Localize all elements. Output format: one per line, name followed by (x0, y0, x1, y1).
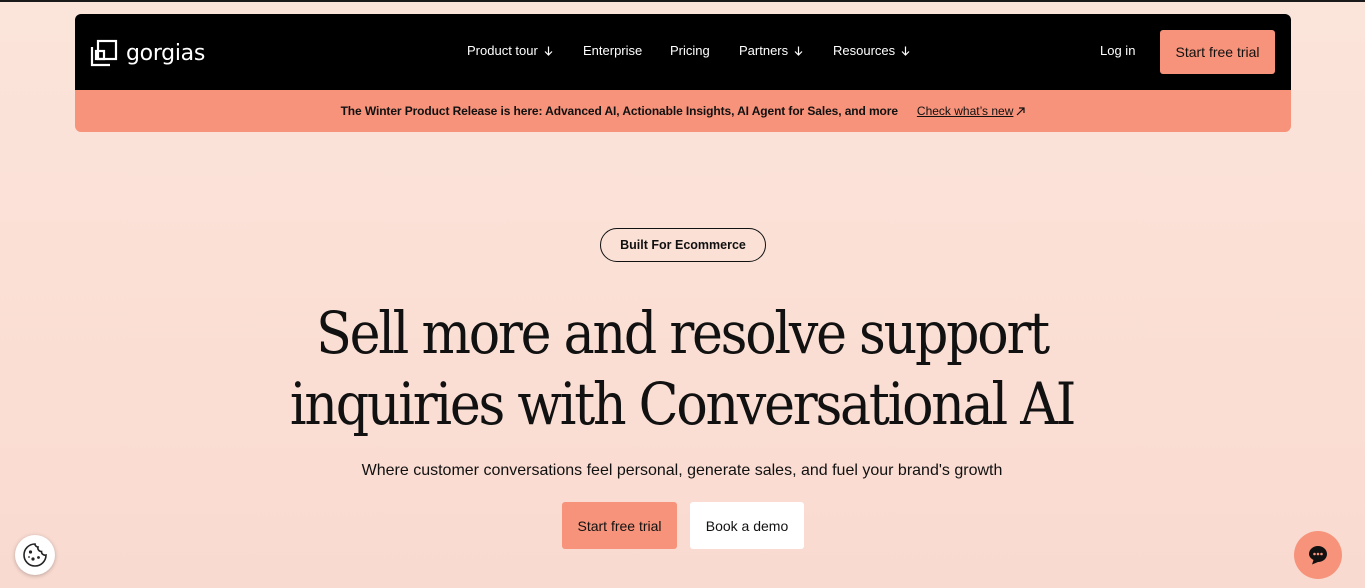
chat-bubble-icon (1309, 546, 1327, 565)
nav-item-enterprise[interactable]: Enterprise (583, 43, 642, 58)
arrow-down-icon (901, 46, 910, 56)
site-header: gorgias Product tour Enterprise Pricing … (75, 14, 1291, 132)
banner-text: The Winter Product Release is here: Adva… (340, 104, 898, 118)
nav-label: Partners (739, 43, 789, 58)
top-border (0, 0, 1365, 2)
chat-widget-button[interactable] (1294, 531, 1342, 579)
nav-label: Enterprise (583, 43, 643, 58)
arrow-up-right-icon (1016, 106, 1026, 115)
banner-link-label: Check what’s new (916, 104, 1014, 118)
hero-start-free-trial-button[interactable]: Start free trial (562, 502, 677, 549)
gorgias-logo-icon (90, 39, 118, 67)
headline-line-2: inquiries with Conversational AI (289, 370, 1076, 438)
brand-name: gorgias (126, 40, 206, 66)
nav-item-resources[interactable]: Resources (833, 43, 910, 58)
nav-label: Pricing (670, 43, 710, 58)
logo[interactable]: gorgias (90, 39, 205, 67)
nav-item-partners[interactable]: Partners (739, 43, 803, 58)
nav-item-pricing[interactable]: Pricing (670, 43, 710, 58)
hero-subheadline: Where customer conversations feel person… (361, 462, 1003, 479)
nav-item-product-tour[interactable]: Product tour (467, 43, 553, 58)
check-whats-new-link[interactable]: Check what’s new (917, 104, 1026, 118)
headline-line-1: Sell more and resolve support (316, 299, 1050, 367)
arrow-down-icon (544, 46, 553, 56)
arrow-down-icon (794, 46, 803, 56)
nav-label: Product tour (467, 43, 538, 58)
cookie-settings-button[interactable] (15, 535, 55, 575)
hero-headline: Sell more and resolve support inquiries … (277, 298, 1087, 440)
nav-label: Resources (833, 43, 896, 58)
login-link[interactable]: Log in (1100, 43, 1135, 58)
start-free-trial-button[interactable]: Start free trial (1160, 30, 1275, 74)
built-for-ecommerce-badge: Built For Ecommerce (600, 228, 766, 262)
navbar: gorgias Product tour Enterprise Pricing … (75, 14, 1291, 90)
announcement-banner: The Winter Product Release is here: Adva… (75, 90, 1291, 132)
cookie-icon (23, 543, 47, 567)
book-a-demo-button[interactable]: Book a demo (690, 502, 804, 549)
